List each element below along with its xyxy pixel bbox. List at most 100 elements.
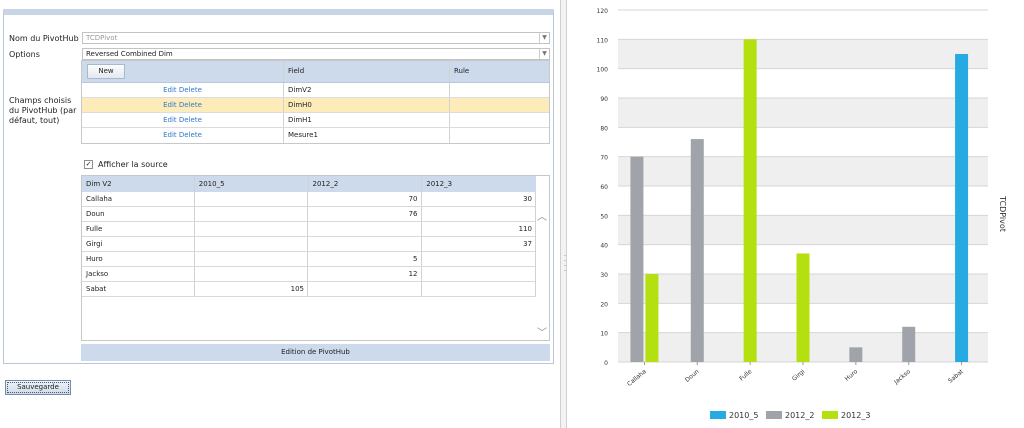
grid-band — [618, 215, 988, 245]
delete-link[interactable]: Delete — [179, 116, 202, 124]
pivothub-name-field[interactable]: TCDPivot ▼ — [82, 32, 550, 44]
edit-link[interactable]: Edit — [163, 131, 177, 139]
new-button[interactable]: New — [87, 64, 125, 79]
pivothub-name-label: Nom du PivotHub — [9, 34, 79, 43]
table-row[interactable]: Jackso 12 — [82, 267, 535, 282]
grid-band — [618, 156, 988, 186]
edit-link[interactable]: Edit — [163, 101, 177, 109]
y-tick-label: 10 — [600, 331, 608, 338]
value-cell — [195, 237, 309, 251]
x-tick-label: Girgi — [791, 368, 807, 383]
bar-2012_3-Girgi[interactable] — [796, 253, 810, 362]
show-source-checkbox-row[interactable]: ✓ Afficher la source — [84, 160, 168, 169]
y-tick-label: 40 — [600, 243, 608, 250]
y-tick-label: 0 — [604, 360, 608, 367]
x-tick-label: Callaha — [626, 368, 648, 388]
field-cell: Mesure1 — [284, 128, 450, 143]
fields-label: Champs choisis du PivotHub (par défaut, … — [9, 96, 77, 125]
table-row[interactable]: Callaha 70 30 — [82, 192, 535, 207]
bar-2012_3-Callaha[interactable] — [645, 274, 659, 362]
value-cell: 30 — [523, 195, 533, 203]
value-cell — [422, 282, 536, 296]
chevron-down-icon[interactable]: ▼ — [539, 33, 549, 43]
scroll-up-icon[interactable]: ︿ — [536, 208, 548, 223]
table-row[interactable]: Girgi 37 — [82, 237, 535, 252]
y-axis-ticks: 0 10 20 30 40 50 60 70 80 90 100 110 120 — [597, 8, 609, 367]
save-button[interactable]: Sauvegarde — [5, 380, 71, 395]
edition-footer: Edition de PivotHub — [81, 344, 550, 361]
table-row[interactable]: Edit Delete Mesure1 — [82, 128, 549, 143]
value-cell: 37 — [523, 240, 533, 248]
edit-link[interactable]: Edit — [163, 116, 177, 124]
delete-link[interactable]: Delete — [179, 131, 202, 139]
panel-splitter[interactable]: · · · · — [560, 0, 567, 428]
table-row[interactable]: Fulle 110 — [82, 222, 535, 237]
table-row[interactable]: Huro 5 — [82, 252, 535, 267]
column-header-2012-3[interactable]: 2012_3 — [422, 176, 536, 192]
table-row[interactable]: Edit Delete DimV2 — [82, 83, 549, 98]
value-cell: 105 — [195, 282, 309, 296]
column-header-2012-2[interactable]: 2012_2 — [309, 176, 423, 192]
rule-cell — [450, 83, 549, 97]
delete-link[interactable]: Delete — [179, 86, 202, 94]
chart-bars — [630, 39, 969, 362]
pivothub-name-value: TCDPivot — [86, 34, 118, 42]
chevron-down-icon[interactable]: ▼ — [539, 49, 549, 59]
value-cell: 12 — [308, 267, 422, 281]
bar-2012_2-Callaha[interactable] — [630, 156, 644, 362]
x-tick-label: Sabat — [947, 368, 965, 385]
value-cell — [195, 207, 309, 221]
show-source-checkbox[interactable]: ✓ — [84, 160, 93, 169]
value-cell — [422, 252, 536, 266]
row-label-cell: Sabat — [82, 282, 195, 296]
y-tick-label: 100 — [597, 67, 609, 74]
legend-label: 2010_5 — [729, 411, 758, 420]
delete-link[interactable]: Delete — [179, 101, 202, 109]
column-header-2010-5[interactable]: 2010_5 — [195, 176, 309, 192]
scroll-down-icon[interactable]: ﹀ — [536, 324, 548, 339]
source-grid-rows: Callaha 70 30 Doun 76 Fulle 110 Girgi 37… — [82, 192, 536, 297]
value-cell — [195, 267, 309, 281]
edit-link[interactable]: Edit — [163, 86, 177, 94]
row-label-cell: Huro — [82, 252, 195, 266]
value-cell — [195, 192, 309, 206]
legend-swatch — [822, 411, 838, 419]
rule-column-header[interactable]: Rule — [450, 61, 549, 82]
field-column-header[interactable]: Field — [284, 61, 450, 82]
bar-2010_5-Sabat[interactable] — [955, 54, 969, 362]
row-label-cell: Jackso — [82, 267, 195, 281]
value-cell: 76 — [308, 207, 422, 221]
table-row[interactable]: Edit Delete DimH1 — [82, 113, 549, 128]
table-row[interactable]: Doun 76 — [82, 207, 535, 222]
value-cell: 70 — [308, 192, 422, 206]
value-cell — [195, 252, 309, 266]
bar-2012_3-Fulle[interactable] — [743, 39, 757, 362]
options-value: Reversed Combined Dim — [86, 50, 173, 58]
pivot-chart: 0 10 20 30 40 50 60 70 80 90 100 110 120 Callaha Doun… — [597, 8, 1007, 420]
bar-2012_2-Jackso[interactable] — [902, 326, 916, 362]
bar-2012_2-Huro[interactable] — [849, 347, 863, 362]
table-row[interactable]: Sabat 105 — [82, 282, 535, 297]
bar-2012_2-Doun[interactable] — [690, 139, 704, 362]
rule-cell — [450, 113, 549, 127]
options-select[interactable]: Reversed Combined Dim ▼ — [82, 48, 550, 60]
column-header-dim-v2[interactable]: Dim V2 — [82, 176, 195, 192]
options-label: Options — [9, 50, 40, 59]
value-cell — [422, 207, 536, 221]
field-cell: DimH0 — [284, 98, 450, 112]
table-row[interactable]: Edit Delete DimH0 — [82, 98, 549, 113]
value-cell — [308, 282, 422, 296]
grip-icon[interactable]: · · · · — [563, 253, 567, 275]
row-label-cell: Fulle — [82, 222, 195, 236]
value-cell: 110 — [518, 225, 533, 233]
x-tick-label: Fulle — [738, 368, 753, 383]
field-cell: DimV2 — [284, 83, 450, 97]
pivothub-edit-panel: Nom du PivotHub TCDPivot ▼ Options Rever… — [3, 9, 554, 364]
value-cell — [308, 222, 422, 236]
fields-grid-header: New Field Rule — [82, 61, 549, 83]
grid-band — [618, 39, 988, 69]
fields-grid: New Field Rule Edit Delete DimV2 Edit De… — [81, 60, 550, 144]
value-cell — [308, 237, 422, 251]
source-grid-header: Dim V2 2010_5 2012_2 2012_3 — [82, 176, 536, 192]
y-tick-label: 110 — [597, 37, 609, 44]
